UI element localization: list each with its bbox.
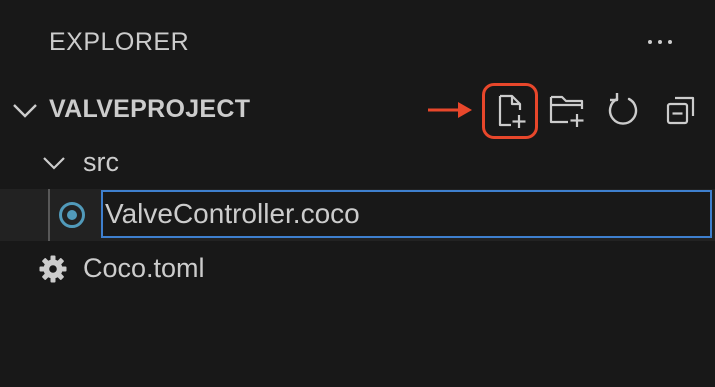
file-label: Coco.toml	[83, 253, 205, 283]
folder-label: src	[83, 147, 119, 177]
chevron-down-icon	[43, 157, 65, 170]
annotation-arrow-icon	[428, 102, 472, 118]
rename-file-input[interactable]	[101, 190, 712, 238]
section-header-valveproject[interactable]: VALVEPROJECT	[0, 83, 715, 139]
tree-item-src[interactable]: src	[0, 137, 715, 187]
coco-file-icon	[59, 202, 85, 228]
tree-item-new-file[interactable]	[0, 189, 715, 241]
indent-guide	[48, 189, 50, 241]
refresh-button[interactable]	[600, 87, 646, 133]
new-folder-button[interactable]	[544, 87, 590, 133]
ellipsis-dot	[668, 40, 672, 44]
chevron-down-icon	[13, 104, 37, 118]
explorer-panel: EXPLORER VALVEPROJECT src ValveControlle…	[0, 0, 715, 387]
new-folder-icon	[549, 95, 584, 127]
explorer-header: EXPLORER	[0, 18, 715, 66]
new-file-button[interactable]	[482, 83, 538, 139]
collapse-all-icon	[666, 96, 695, 125]
gear-icon	[39, 255, 67, 283]
explorer-title: EXPLORER	[49, 28, 190, 56]
new-file-icon	[498, 94, 526, 128]
collapse-all-button[interactable]	[658, 87, 704, 133]
section-title: VALVEPROJECT	[49, 95, 251, 123]
tree-item-coco-toml[interactable]: Coco.toml	[0, 243, 715, 293]
refresh-icon	[608, 93, 638, 125]
ellipsis-icon	[648, 40, 652, 44]
ellipsis-dot	[658, 40, 662, 44]
more-actions-button[interactable]	[640, 22, 680, 62]
